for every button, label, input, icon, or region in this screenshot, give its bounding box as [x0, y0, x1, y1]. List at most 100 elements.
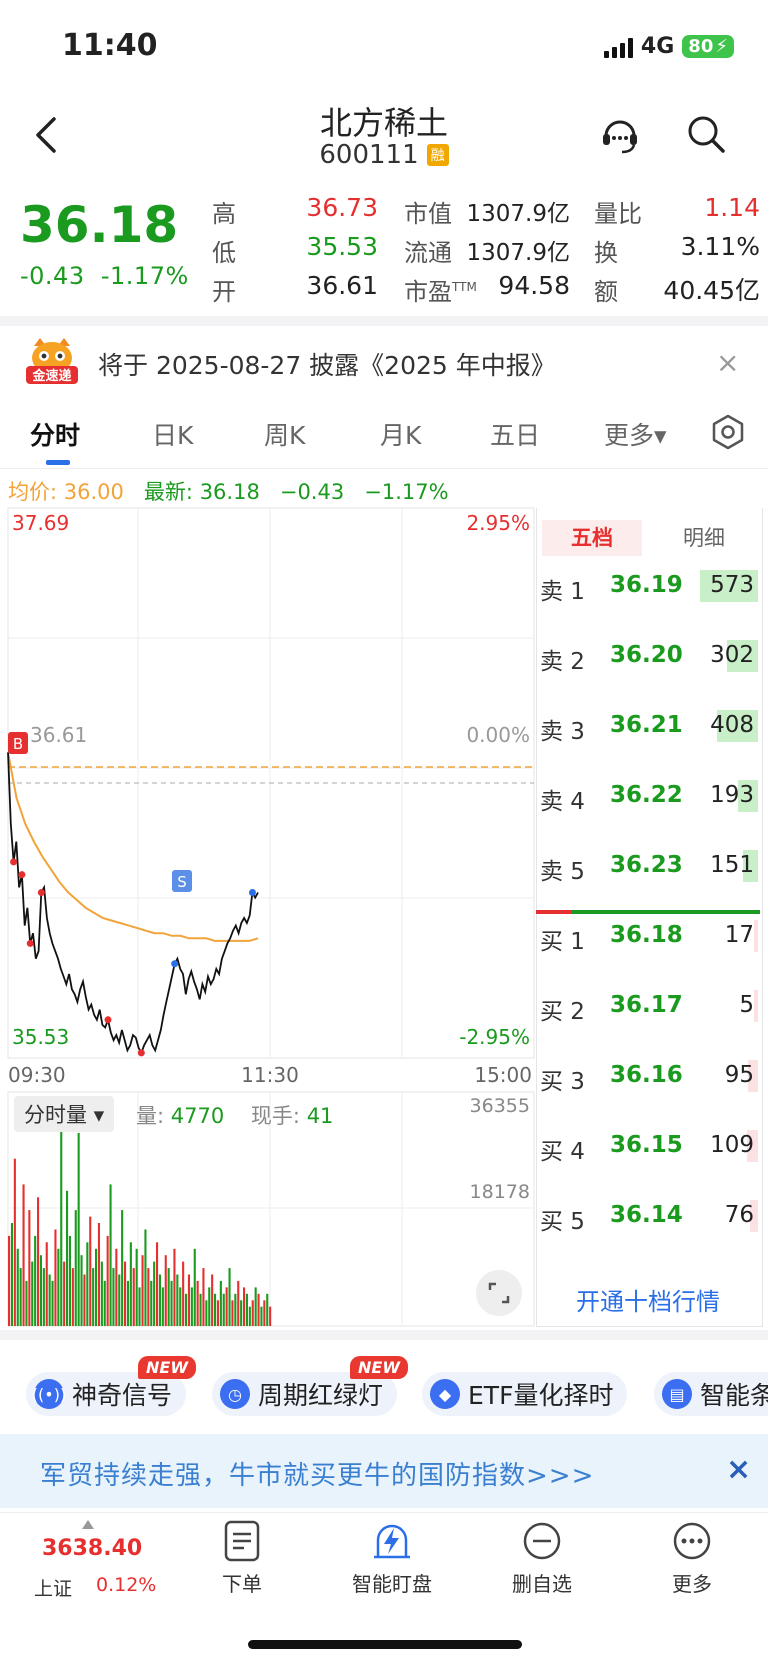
volume-bar [97, 1223, 100, 1326]
volume-bar [63, 1261, 66, 1326]
expand-up-arrow-icon[interactable] [82, 1520, 94, 1529]
volume-bar [112, 1268, 115, 1326]
high-value: 36.73 [306, 193, 378, 222]
trade-marker-dot [171, 960, 179, 968]
change-percent: -1.17% [100, 262, 189, 290]
customer-service-icon[interactable] [598, 112, 642, 156]
ask-row-3[interactable]: 卖 3 36.21 408 [540, 708, 758, 748]
feature-label: ETF量化择时 [468, 1381, 614, 1410]
volume-bar [208, 1287, 211, 1326]
volume-bar [95, 1248, 98, 1326]
tab-trade-detail[interactable]: 明细 [654, 520, 754, 556]
volume-bar [173, 1248, 176, 1326]
tab-monthly-k[interactable]: 月K [380, 416, 421, 452]
book-volume: 302 [710, 642, 754, 668]
low-label: 低 [212, 239, 236, 267]
volume-mid-label: 18178 [470, 1181, 530, 1203]
ask-row-5[interactable]: 卖 1 36.19 573 [540, 568, 758, 608]
feature-label: 智能条 [700, 1381, 768, 1410]
volume-bar [22, 1184, 25, 1326]
volume-bar [109, 1184, 112, 1326]
sell-marker-text: S [177, 873, 187, 891]
promo-close-button[interactable]: × [726, 1452, 751, 1487]
new-badge: NEW [350, 1356, 408, 1379]
volume-bar [60, 1107, 63, 1326]
nav-remove-watchlist[interactable]: 删自选 [482, 1520, 602, 1597]
volume-bar [185, 1293, 188, 1326]
current-hand-label: 现手: [250, 1104, 300, 1128]
settings-icon[interactable] [710, 414, 746, 450]
mktcap-value: 1307.9亿 [466, 201, 570, 227]
search-icon[interactable] [686, 114, 726, 154]
volume-bar [182, 1261, 185, 1326]
book-price: 36.22 [610, 782, 683, 808]
ask-row-1[interactable]: 卖 5 36.23 151 [540, 848, 758, 888]
volume-bar [158, 1274, 161, 1326]
volume-bar [228, 1268, 231, 1326]
book-volume: 5 [739, 992, 754, 1018]
volume-bar [254, 1287, 257, 1326]
volume-bar [231, 1300, 234, 1326]
volume-bar [115, 1248, 118, 1326]
volume-bar [187, 1274, 190, 1326]
y-axis-min-label: 35.53 [12, 1025, 69, 1049]
tab-more[interactable]: 更多▾ [604, 416, 667, 452]
tab-weekly-k[interactable]: 周K [264, 416, 305, 452]
feature-label: 神奇信号 [72, 1381, 173, 1410]
volume-bar [167, 1268, 170, 1326]
volume-bar [193, 1248, 196, 1326]
bid-row-3[interactable]: 买 3 36.16 95 [540, 1058, 758, 1098]
open-value: 36.61 [306, 271, 378, 300]
nav-place-order[interactable]: 下单 [182, 1520, 302, 1597]
volume-bar [13, 1158, 16, 1326]
book-level-label: 买 4 [540, 1139, 585, 1165]
book-price: 36.16 [610, 1062, 683, 1088]
bid-row-1[interactable]: 买 1 36.18 17 [540, 918, 758, 958]
bid-row-5[interactable]: 买 5 36.14 76 [540, 1198, 758, 1238]
intraday-chart[interactable]: BS 37.6935.532.95%-2.95%36.61 0.00%09:30 1… [0, 500, 536, 1330]
volume-bar [86, 1242, 89, 1326]
order-book-separator-red [536, 910, 572, 914]
fullscreen-button[interactable] [476, 1270, 522, 1316]
tab-five-day[interactable]: 五日 [490, 416, 540, 452]
nav-smart-watch[interactable]: 智能盯盘 [332, 1520, 452, 1597]
tab-intraday[interactable]: 分时 [30, 416, 80, 452]
ten-level-quote-link[interactable]: 开通十档行情 [536, 1282, 760, 1317]
volume-type-selector[interactable]: 分时量 ▾ [14, 1096, 115, 1132]
x-axis-label-open: 09:30 [8, 1063, 66, 1087]
trade-marker-dot [37, 888, 45, 896]
sh-index-change: 0.12% [96, 1574, 157, 1596]
tab-five-levels[interactable]: 五档 [542, 520, 642, 556]
status-time: 11:40 [62, 28, 158, 63]
promo-text[interactable]: 军贸持续走强，牛市就买更牛的国防指数>>> [40, 1455, 594, 1492]
nav-more[interactable]: 更多 [632, 1520, 752, 1597]
book-price: 36.19 [610, 572, 683, 598]
volume-bar [240, 1300, 243, 1326]
volume-bar [179, 1287, 182, 1326]
ask-row-4[interactable]: 卖 2 36.20 302 [540, 638, 758, 678]
x-axis-label-midday: 11:30 [241, 1063, 299, 1087]
trade-marker-dot [26, 939, 34, 947]
high-label: 高 [212, 200, 236, 228]
volume-bar [263, 1300, 266, 1326]
book-level-label: 买 1 [540, 929, 585, 955]
book-volume-bar [754, 920, 758, 952]
volume-bar [190, 1287, 193, 1326]
volume-bar [170, 1280, 173, 1326]
book-price: 36.14 [610, 1202, 683, 1228]
volume-bar [118, 1274, 121, 1326]
volume-bar [199, 1293, 202, 1326]
tab-daily-k[interactable]: 日K [152, 416, 193, 452]
feature-etf-quant-timing[interactable]: ◆ ETF量化择时 [422, 1372, 628, 1416]
volume-max-label: 36355 [470, 1095, 530, 1117]
ask-row-2[interactable]: 卖 4 36.22 193 [540, 778, 758, 818]
bid-row-4[interactable]: 买 4 36.15 109 [540, 1128, 758, 1168]
notice-text[interactable]: 将于 2025-08-27 披露《2025 年中报》 [98, 346, 556, 382]
sh-index-value[interactable]: 3638.40 [42, 1536, 142, 1561]
bid-row-2[interactable]: 买 2 36.17 5 [540, 988, 758, 1028]
feature-smart[interactable]: ▤ 智能条 [654, 1372, 768, 1416]
volume-bar [234, 1293, 237, 1326]
notice-close-button[interactable]: × [716, 346, 739, 379]
status-indicators: 4G 80 ⚡ [603, 34, 734, 59]
volume-bar [100, 1261, 103, 1326]
